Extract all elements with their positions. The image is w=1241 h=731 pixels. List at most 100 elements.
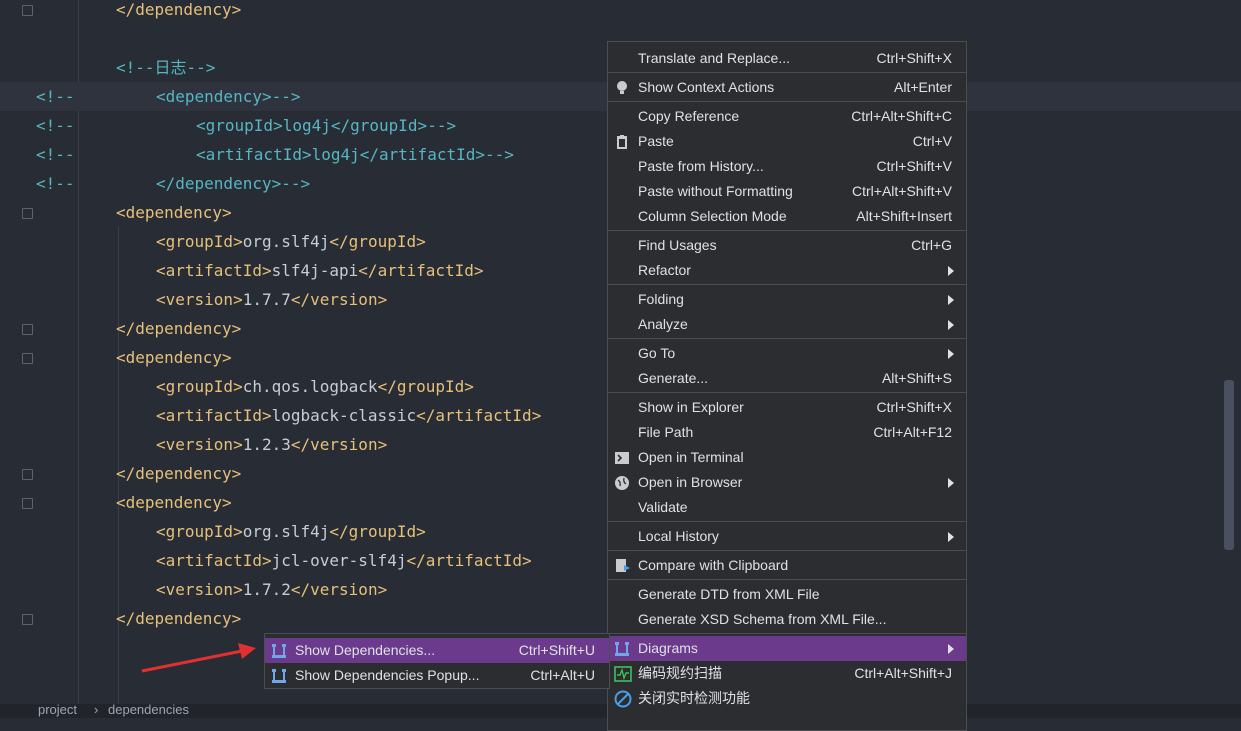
- menu-item-generate[interactable]: Generate... Alt+Shift+S: [608, 366, 966, 391]
- xml-tag: <groupId>: [156, 377, 243, 396]
- xml-tag: <version>: [156, 290, 243, 309]
- submenu-arrow-icon: [948, 295, 954, 305]
- menu-item-label: Generate DTD from XML File: [638, 586, 820, 602]
- globe-icon: [614, 474, 630, 490]
- xml-tag: </dependency>: [116, 609, 242, 628]
- menu-item-label: Show Context Actions: [638, 79, 775, 95]
- xml-tag: </groupId>: [329, 522, 426, 541]
- code-text: </dependency>-->: [156, 169, 310, 198]
- xml-tag: </dependency>: [116, 0, 242, 19]
- xml-tag: <artifactId>: [156, 551, 272, 570]
- menu-item-show-context-actions[interactable]: Show Context Actions Alt+Enter: [608, 75, 966, 100]
- submenu-item-show-dependencies-popup[interactable]: Show Dependencies Popup... Ctrl+Alt+U: [265, 663, 609, 688]
- code-text: <artifactId>logback-classic</artifactId>: [156, 401, 541, 430]
- menu-item-copy-reference[interactable]: Copy Reference Ctrl+Alt+Shift+C: [608, 104, 966, 129]
- menu-item-shortcut: Ctrl+V: [912, 133, 952, 149]
- fold-marker-icon[interactable]: [22, 614, 33, 625]
- menu-item-shortcut: Alt+Enter: [894, 79, 952, 95]
- compare-clipboard-icon: [614, 557, 630, 573]
- submenu-arrow-icon: [948, 320, 954, 330]
- menu-item-label: Show Dependencies...: [295, 642, 436, 658]
- xml-value: 1.2.3: [242, 435, 291, 454]
- submenu-item-show-dependencies[interactable]: Show Dependencies... Ctrl+Shift+U: [265, 638, 609, 663]
- xml-value: org.slf4j: [242, 232, 330, 251]
- code-text: <artifactId>slf4j-api</artifactId>: [156, 256, 484, 285]
- menu-item-local-history[interactable]: Local History: [608, 524, 966, 549]
- xml-value: org.slf4j: [242, 522, 330, 541]
- context-menu: Translate and Replace... Ctrl+Shift+X Show…: [607, 41, 967, 731]
- menu-item-show-in-explorer[interactable]: Show in Explorer Ctrl+Shift+X: [608, 395, 966, 420]
- xml-tag: </artifactId>: [358, 261, 484, 280]
- menu-item-paste-from-history[interactable]: Paste from History... Ctrl+Shift+V: [608, 154, 966, 179]
- menu-item-label: File Path: [638, 424, 694, 440]
- code-text: <dependency>-->: [156, 82, 301, 111]
- menu-item-paste[interactable]: Paste Ctrl+V: [608, 129, 966, 154]
- fold-marker-icon[interactable]: [22, 353, 33, 364]
- submenu-arrow-icon: [948, 478, 954, 488]
- menu-item-find-usages[interactable]: Find Usages Ctrl+G: [608, 233, 966, 258]
- menu-item-label: Compare with Clipboard: [638, 557, 789, 573]
- xml-comment: <!--日志-->: [116, 58, 216, 77]
- menu-item-translate-and-replace[interactable]: Translate and Replace... Ctrl+Shift+X: [608, 46, 966, 71]
- xml-comment: <artifactId>log4j</artifactId>-->: [196, 145, 514, 164]
- menu-item-refactor[interactable]: Refactor: [608, 258, 966, 283]
- menu-item-file-path[interactable]: File Path Ctrl+Alt+F12: [608, 420, 966, 445]
- menu-item-analyze[interactable]: Analyze: [608, 312, 966, 337]
- menu-item-label: Show Dependencies Popup...: [295, 667, 480, 683]
- menu-separator: [608, 72, 966, 73]
- menu-item-generate-dtd-from-xml-file[interactable]: Generate DTD from XML File: [608, 582, 966, 607]
- code-text: </dependency>: [116, 0, 241, 24]
- menu-separator: [608, 338, 966, 339]
- menu-item-validate[interactable]: Validate: [608, 495, 966, 520]
- menu-item-shortcut: Alt+Shift+S: [881, 370, 952, 386]
- xml-tag: </dependency>: [116, 464, 242, 483]
- menu-item-go-to[interactable]: Go To: [608, 341, 966, 366]
- code-text: </dependency>: [116, 604, 241, 633]
- xml-tag: </groupId>: [377, 377, 474, 396]
- terminal-icon: [614, 449, 630, 465]
- menu-item-diagrams[interactable]: Diagrams: [608, 636, 966, 661]
- annotation-arrow: [141, 643, 256, 673]
- fold-marker-icon[interactable]: [22, 498, 33, 509]
- menu-item-shortcut: Ctrl+Shift+X: [876, 50, 952, 66]
- fold-marker-icon[interactable]: [22, 208, 33, 219]
- fold-marker-icon[interactable]: [22, 324, 33, 335]
- xml-tag: <dependency>: [116, 203, 232, 222]
- menu-item-open-in-browser[interactable]: Open in Browser: [608, 470, 966, 495]
- menu-item-label: 关闭实时检测功能: [638, 690, 750, 706]
- xml-value: logback-classic: [271, 406, 417, 425]
- code-text: <groupId>ch.qos.logback</groupId>: [156, 372, 474, 401]
- breadcrumb-item-project[interactable]: project: [38, 704, 77, 718]
- menu-item-shortcut: Ctrl+Alt+F12: [873, 424, 952, 440]
- code-text: <version>1.7.2</version>: [156, 575, 387, 604]
- diagram-icon: [271, 667, 287, 683]
- fold-marker-icon[interactable]: [22, 5, 33, 16]
- menu-item-folding[interactable]: Folding: [608, 287, 966, 312]
- menu-item-shortcut: Alt+Shift+Insert: [856, 208, 952, 224]
- xml-tag: </dependency>: [116, 319, 242, 338]
- xml-tag: </artifactId>: [406, 551, 532, 570]
- submenu-arrow-icon: [948, 266, 954, 276]
- xml-value: jcl-over-slf4j: [271, 551, 407, 570]
- menu-item-item-34[interactable]: 关闭实时检测功能: [608, 686, 966, 711]
- diagram-icon: [614, 640, 630, 656]
- menu-item-open-in-terminal[interactable]: Open in Terminal: [608, 445, 966, 470]
- menu-item-compare-with-clipboard[interactable]: Compare with Clipboard: [608, 553, 966, 578]
- menu-item-generate-xsd-schema-from-xml-file[interactable]: Generate XSD Schema from XML File...: [608, 607, 966, 632]
- fold-marker-icon[interactable]: [22, 469, 33, 480]
- menu-item-label: Diagrams: [638, 640, 698, 656]
- code-text: </dependency>: [116, 314, 241, 343]
- xml-tag: <version>: [156, 435, 243, 454]
- line-comment-prefix: <!--: [36, 145, 75, 164]
- menu-separator: [608, 550, 966, 551]
- menu-item-label: Folding: [638, 291, 684, 307]
- menu-item-item-33[interactable]: 编码规约扫描 Ctrl+Alt+Shift+J: [608, 661, 966, 686]
- menu-item-label: Show in Explorer: [638, 399, 744, 415]
- menu-item-shortcut: Ctrl+Alt+Shift+C: [851, 108, 952, 124]
- vertical-scrollbar-thumb[interactable]: [1224, 380, 1234, 550]
- menu-item-column-selection-mode[interactable]: Column Selection Mode Alt+Shift+Insert: [608, 204, 966, 229]
- submenu-arrow-icon: [948, 349, 954, 359]
- menu-item-shortcut: Ctrl+Shift+U: [518, 642, 595, 658]
- breadcrumb-item-dependencies[interactable]: dependencies: [108, 704, 189, 718]
- menu-item-paste-without-formatting[interactable]: Paste without Formatting Ctrl+Alt+Shift+V: [608, 179, 966, 204]
